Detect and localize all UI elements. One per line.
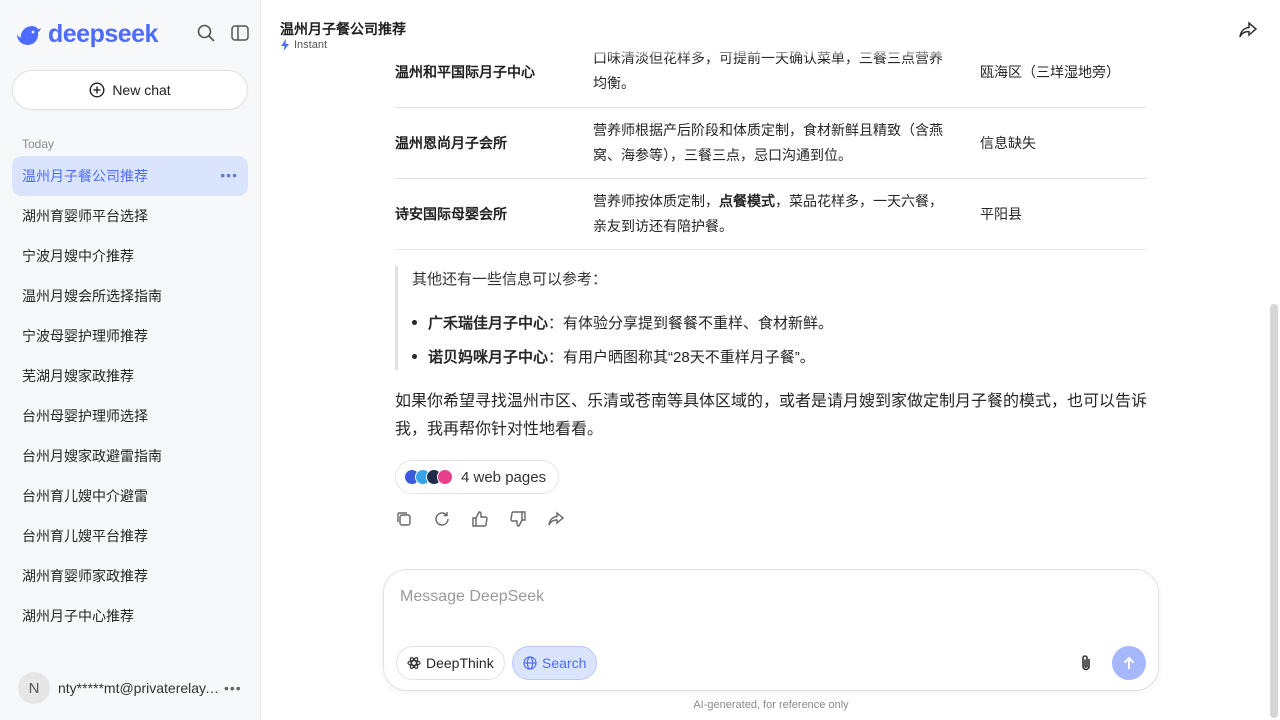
blockquote: 其他还有一些信息可以参考： 广禾瑞佳月子中心 ：有体验分享提到餐餐不重样、食材新… bbox=[395, 266, 1147, 370]
table-cell-name: 诗安国际母婴会所 bbox=[395, 206, 507, 222]
history-item[interactable]: 湖州育婴师平台选择 bbox=[12, 196, 248, 236]
history-item-label: 温州月嫂会所选择指南 bbox=[22, 288, 162, 304]
sidebar-toggle-icon[interactable] bbox=[230, 23, 250, 43]
list-item: 诺贝妈咪月子中心 ：有用户晒图称其“28天不重样月子餐”。 bbox=[412, 346, 815, 367]
regenerate-icon[interactable] bbox=[433, 510, 451, 528]
desc-bold: 点餐模式 bbox=[719, 193, 775, 209]
list-item-title: 诺贝妈咪月子中心 bbox=[428, 349, 549, 366]
history-item[interactable]: 宁波月嫂中介推荐 bbox=[12, 236, 248, 276]
brand-logo[interactable]: deepseek bbox=[16, 20, 158, 49]
bullet-dot bbox=[412, 320, 417, 325]
table-row: 温州恩尚月子会所 营养师根据产后阶段和体质定制，食材新鲜且精致（含燕窝、海参等）… bbox=[395, 108, 1147, 179]
history-item-label: 台州月嫂家政避雷指南 bbox=[22, 448, 162, 464]
brand-name: deepseek bbox=[48, 20, 158, 48]
new-chat-label: New chat bbox=[112, 82, 171, 98]
history-item[interactable]: 台州育儿嫂平台推荐 bbox=[12, 516, 248, 556]
arrow-up-icon bbox=[1123, 656, 1135, 669]
mode-badge: Instant bbox=[280, 39, 327, 51]
history-item-label: 台州母婴护理师选择 bbox=[22, 408, 148, 424]
history-item-label: 宁波月嫂中介推荐 bbox=[22, 248, 134, 264]
user-menu-icon[interactable]: ••• bbox=[224, 680, 242, 696]
chat-header: 温州月子餐公司推荐 Instant bbox=[261, 0, 1280, 58]
chat-title[interactable]: 温州月子餐公司推荐 bbox=[280, 19, 406, 39]
history-item-label: 台州育儿嫂平台推荐 bbox=[22, 528, 148, 544]
message-actions bbox=[395, 510, 565, 528]
closing-paragraph: 如果你希望寻找温州市区、乐清或苍南等具体区域的，或者是请月嫂到家做定制月子餐的模… bbox=[395, 393, 1148, 438]
table-cell-name: 温州和平国际月子中心 bbox=[395, 64, 535, 80]
copy-icon[interactable] bbox=[395, 510, 413, 528]
send-button[interactable] bbox=[1112, 646, 1146, 680]
history-fade bbox=[0, 640, 260, 670]
message-composer: DeepThink Search bbox=[383, 569, 1159, 691]
history-item[interactable]: 芜湖月嫂家政推荐 bbox=[12, 356, 248, 396]
whale-logo-icon bbox=[17, 25, 41, 45]
thumbs-down-icon[interactable] bbox=[509, 510, 527, 528]
share-icon[interactable] bbox=[547, 510, 565, 528]
user-profile[interactable]: N nty*****mt@privaterelay.appleid.com ••… bbox=[18, 672, 248, 704]
history-item[interactable]: 温州月嫂会所选择指南 bbox=[12, 276, 248, 316]
chat-history-list: 温州月子餐公司推荐 ••• 湖州育婴师平台选择 宁波月嫂中介推荐 温州月嫂会所选… bbox=[12, 156, 248, 636]
desc-text: 营养师按体质定制， bbox=[593, 193, 719, 209]
list-item: 广禾瑞佳月子中心 ：有体验分享提到餐餐不重样、食材新鲜。 bbox=[412, 312, 833, 333]
globe-icon bbox=[523, 656, 537, 670]
lightning-icon bbox=[281, 39, 289, 51]
history-item[interactable]: 湖州月子中心推荐 bbox=[12, 596, 248, 636]
table-cell-name: 温州恩尚月子会所 bbox=[395, 135, 507, 151]
share-chat-icon[interactable] bbox=[1238, 20, 1258, 40]
table-cell-desc: 营养师按体质定制，点餐模式，菜品花样多，一天六餐，亲友到访还有陪护餐。 bbox=[593, 189, 943, 239]
deepthink-label: DeepThink bbox=[426, 655, 494, 671]
history-section-today: Today bbox=[22, 137, 55, 151]
mode-label: Instant bbox=[294, 39, 328, 51]
table-row: 诗安国际母婴会所 营养师按体质定制，点餐模式，菜品花样多，一天六餐，亲友到访还有… bbox=[395, 179, 1147, 250]
thumbs-up-icon[interactable] bbox=[471, 510, 489, 528]
history-item-active[interactable]: 温州月子餐公司推荐 ••• bbox=[12, 156, 248, 196]
search-toggle[interactable]: Search bbox=[512, 646, 598, 680]
history-item-label: 温州月子餐公司推荐 bbox=[22, 168, 148, 184]
history-item-label: 湖州育婴师家政推荐 bbox=[22, 568, 148, 584]
more-options-icon[interactable]: ••• bbox=[220, 167, 238, 183]
table-cell-location: 瓯海区（三垟湿地旁） bbox=[980, 64, 1120, 80]
history-item-label: 湖州育婴师平台选择 bbox=[22, 208, 148, 224]
disclaimer: AI-generated, for reference only bbox=[693, 699, 849, 711]
history-item-label: 台州育儿嫂中介避雷 bbox=[22, 488, 148, 504]
list-item-title: 广禾瑞佳月子中心 bbox=[428, 315, 549, 332]
history-item-label: 湖州月子中心推荐 bbox=[22, 608, 134, 624]
table-cell-desc: 营养师根据产后阶段和体质定制，食材新鲜且精致（含燕窝、海参等），三餐三点，忌口沟… bbox=[593, 122, 943, 163]
user-email: nty*****mt@privaterelay.appleid.com bbox=[58, 680, 220, 696]
list-item-text: ：有体验分享提到餐餐不重样、食材新鲜。 bbox=[548, 315, 834, 332]
deepthink-icon bbox=[407, 657, 421, 669]
chat-main: 温州和平国际月子中心 口味清淡但花样多，可提前一天确认菜单，三餐三点营养均衡。 … bbox=[261, 0, 1280, 720]
new-chat-button[interactable]: New chat bbox=[12, 70, 248, 110]
plus-circle-icon bbox=[89, 82, 105, 98]
table-cell-location: 信息缺失 bbox=[980, 135, 1036, 151]
source-favicons bbox=[404, 469, 453, 485]
paperclip-icon[interactable] bbox=[1076, 653, 1096, 673]
quote-intro: 其他还有一些信息可以参考： bbox=[412, 271, 608, 288]
history-item[interactable]: 湖州育婴师家政推荐 bbox=[12, 556, 248, 596]
message-input[interactable] bbox=[400, 588, 1140, 606]
avatar: N bbox=[18, 672, 50, 704]
history-item[interactable]: 台州母婴护理师选择 bbox=[12, 396, 248, 436]
scrollbar[interactable] bbox=[1270, 304, 1278, 718]
history-item-label: 宁波母婴护理师推荐 bbox=[22, 328, 148, 344]
sidebar: deepseek New chat Today 温州月子餐公司推荐 ••• 湖州… bbox=[0, 0, 261, 720]
history-item-label: 芜湖月嫂家政推荐 bbox=[22, 368, 134, 384]
source-favicon-icon bbox=[437, 469, 453, 485]
bullet-dot bbox=[412, 354, 417, 359]
search-label: Search bbox=[542, 655, 587, 671]
web-sources-button[interactable]: 4 web pages bbox=[395, 460, 560, 494]
history-item[interactable]: 台州育儿嫂中介避雷 bbox=[12, 476, 248, 516]
table-cell-location: 平阳县 bbox=[980, 206, 1022, 222]
deepthink-toggle[interactable]: DeepThink bbox=[396, 646, 505, 680]
history-item[interactable]: 宁波母婴护理师推荐 bbox=[12, 316, 248, 356]
list-item-text: ：有用户晒图称其“28天不重样月子餐”。 bbox=[548, 349, 815, 366]
history-item[interactable]: 台州月嫂家政避雷指南 bbox=[12, 436, 248, 476]
search-icon[interactable] bbox=[196, 23, 216, 43]
sources-label: 4 web pages bbox=[461, 468, 547, 486]
